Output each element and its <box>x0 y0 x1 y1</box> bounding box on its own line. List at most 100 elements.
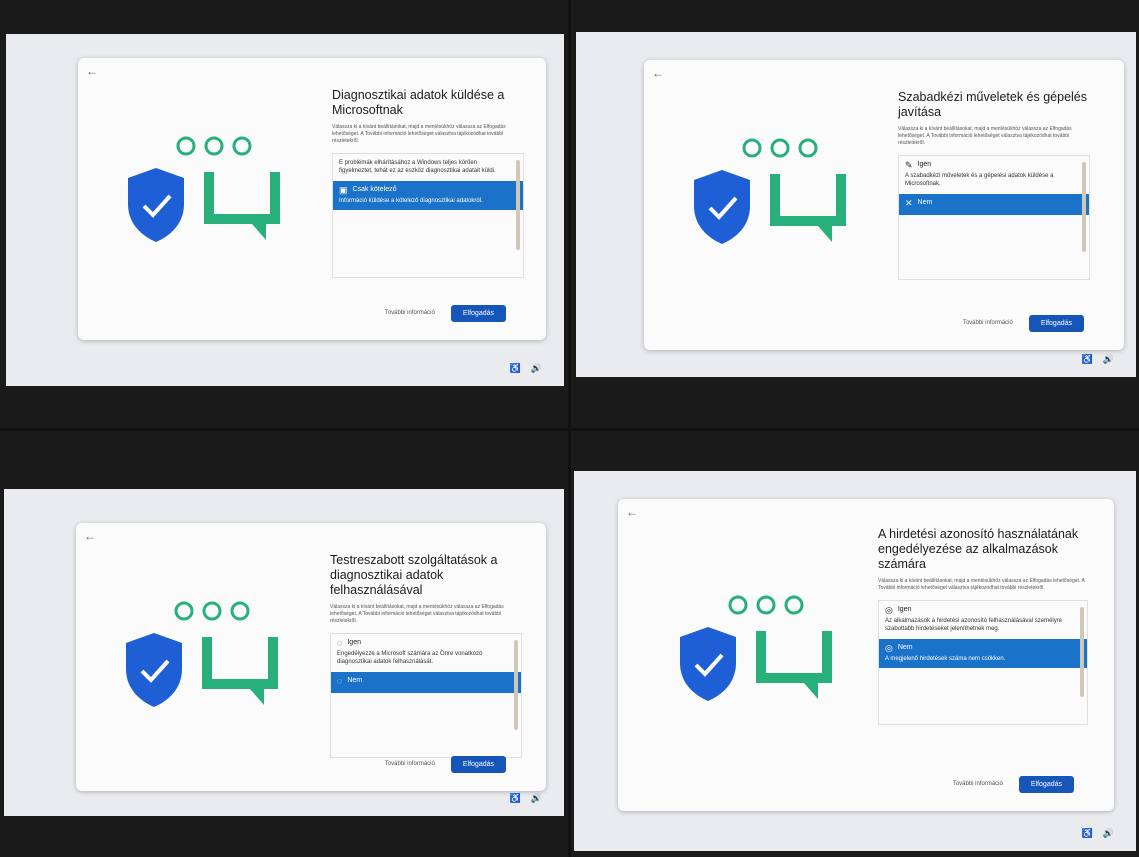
option-required-only[interactable]: ▣ Csak kötelező Információ küldése a köte… <box>333 181 523 210</box>
option-label: Igen <box>917 161 932 168</box>
photo-quadrant-3: ← Testreszabott szolgáltatások a diagnos… <box>0 431 568 857</box>
option-label: Nem <box>897 644 913 651</box>
setting-dot-icon <box>232 136 252 156</box>
setting-dot-icon <box>204 136 224 156</box>
footer-actions: További információ Elfogadás <box>953 776 1074 793</box>
setting-dot-icon <box>770 138 790 158</box>
more-info-button[interactable]: További információ <box>385 310 435 317</box>
back-arrow-icon[interactable]: ← <box>652 66 664 80</box>
system-tray: ♿ 🔊 <box>1082 828 1114 839</box>
page-title: A hirdetési azonosító használatának enge… <box>878 527 1079 571</box>
page-title: Diagnosztikai adatok küldése a Microsoft… <box>332 88 505 117</box>
system-tray: ♿ 🔊 <box>510 363 542 374</box>
chat-bubble-inner <box>766 631 822 673</box>
option-label: Nem <box>347 677 363 684</box>
accessibility-icon[interactable]: ♿ <box>510 363 521 374</box>
pen-off-icon: ✕ <box>905 198 913 208</box>
accessibility-icon[interactable]: ♿ <box>1082 354 1093 365</box>
back-arrow-icon[interactable]: ← <box>626 505 638 519</box>
content-column: A hirdetési azonosító használatának enge… <box>878 527 1088 725</box>
more-info-button[interactable]: További információ <box>963 320 1013 327</box>
page-description: Válassza ki a kívánt beállításokat, majd… <box>878 578 1085 591</box>
monitor-screen: ← Testreszabott szolgáltatások a diagnos… <box>4 489 564 816</box>
page-title: Szabadkézi műveletek és gépelés javítása <box>898 90 1088 119</box>
accessibility-icon[interactable]: ♿ <box>510 793 521 804</box>
target-off-icon: ◎ <box>885 643 893 653</box>
volume-icon[interactable]: 🔊 <box>531 793 542 804</box>
accessibility-icon[interactable]: ♿ <box>1082 828 1093 839</box>
shield-check-icon <box>126 633 182 707</box>
option-no[interactable]: ◎ Nem A megjelenő hirdetések száma nem cs… <box>879 639 1087 668</box>
setting-dot-icon <box>202 601 222 621</box>
content-column: Szabadkézi műveletek és gépelés javítása… <box>898 90 1090 280</box>
setup-card: ← A hirdetési azonosító használatának en… <box>618 499 1114 811</box>
footer-actions: További információ Elfogadás <box>385 305 506 322</box>
setup-card: ← Diagnosztikai adatok küldése a Microso… <box>78 58 546 340</box>
chat-bubble-inner <box>212 637 268 679</box>
page-description: Válassza ki a kívánt beállításokat, majd… <box>330 604 504 624</box>
footer-actions: További információ Elfogadás <box>385 756 506 773</box>
privacy-illustration <box>694 138 846 244</box>
system-tray: ♿ 🔊 <box>1082 354 1114 365</box>
photo-quadrant-2: ← Szabadkézi műveletek és gépelés javítá… <box>571 0 1139 428</box>
chat-bubble-inner <box>214 172 270 214</box>
shield-check-icon <box>694 170 750 244</box>
pen-icon: ✎ <box>905 160 913 170</box>
option-text: Információ küldése a kötelező diagnoszti… <box>339 198 483 204</box>
accept-button[interactable]: Elfogadás <box>450 756 506 773</box>
option-no[interactable]: ◌ Nem <box>331 672 521 693</box>
scrollbar[interactable] <box>514 640 518 730</box>
options-panel: E problémák elhárításához a Windows telj… <box>332 153 524 278</box>
setting-dots <box>174 601 250 621</box>
page-description: Válassza ki a kívánt beállításokat, majd… <box>898 126 1072 146</box>
back-arrow-icon[interactable]: ← <box>86 64 98 78</box>
setting-dot-icon <box>728 595 748 615</box>
setting-dot-icon <box>798 138 818 158</box>
option-yes[interactable]: ◎ Igen Az alkalmazások a hirdetési azonos… <box>885 606 1075 633</box>
accept-button[interactable]: Elfogadás <box>450 305 506 322</box>
options-panel: ✎ Igen A szabadkézi műveletek és a gépelé… <box>898 155 1090 280</box>
option-label: Nem <box>917 199 933 206</box>
privacy-illustration <box>680 595 832 701</box>
accept-button[interactable]: Elfogadás <box>1018 776 1074 793</box>
more-info-button[interactable]: További információ <box>385 761 435 768</box>
scrollbar[interactable] <box>1080 607 1084 697</box>
lightbulb-icon: ◌ <box>337 638 343 648</box>
volume-icon[interactable]: 🔊 <box>1103 828 1114 839</box>
lightbulb-off-icon: ◌ <box>337 676 343 686</box>
setting-dot-icon <box>756 595 776 615</box>
option-no[interactable]: ✕ Nem <box>899 194 1089 215</box>
footer-actions: További információ Elfogadás <box>963 315 1084 332</box>
document-icon: ▣ <box>339 185 348 195</box>
scrollbar[interactable] <box>516 160 520 250</box>
photo-quadrant-1: ← Diagnosztikai adatok küldése a Microso… <box>0 0 568 428</box>
privacy-illustration <box>126 601 278 707</box>
setting-dots <box>176 136 252 156</box>
content-column: Testreszabott szolgáltatások a diagnoszt… <box>330 553 522 758</box>
page-description: Válassza ki a kívánt beállításokat, majd… <box>332 124 506 144</box>
setup-card: ← Szabadkézi műveletek és gépelés javítá… <box>644 60 1124 350</box>
accept-button[interactable]: Elfogadás <box>1028 315 1084 332</box>
option-label: Csak kötelező <box>352 186 397 193</box>
more-info-button[interactable]: További információ <box>953 781 1003 788</box>
setting-dots <box>728 595 804 615</box>
option-yes[interactable]: ◌ Igen Engedélyezze a Microsoft számára a… <box>337 639 509 666</box>
monitor-screen: ← A hirdetési azonosító használatának en… <box>574 471 1136 851</box>
page-title: Testreszabott szolgáltatások a diagnoszt… <box>330 553 498 597</box>
content-column: Diagnosztikai adatok küldése a Microsoft… <box>332 88 524 278</box>
scrollbar[interactable] <box>1082 162 1086 252</box>
option-text: A szabadkézi műveletek és a gépelési ada… <box>905 173 1054 187</box>
shield-check-icon <box>128 168 184 242</box>
setting-dot-icon <box>174 601 194 621</box>
setup-card: ← Testreszabott szolgáltatások a diagnos… <box>76 523 546 791</box>
option-text: Az alkalmazások a hirdetési azonosító fe… <box>885 618 1063 632</box>
setting-dots <box>742 138 818 158</box>
volume-icon[interactable]: 🔊 <box>1103 354 1114 365</box>
option-text: A megjelenő hirdetések száma nem csökken… <box>885 656 1006 662</box>
system-tray: ♿ 🔊 <box>510 793 542 804</box>
back-arrow-icon[interactable]: ← <box>84 529 96 543</box>
volume-icon[interactable]: 🔊 <box>531 363 542 374</box>
options-panel: ◎ Igen Az alkalmazások a hirdetési azonos… <box>878 600 1088 725</box>
option-label: Igen <box>347 639 361 646</box>
option-yes[interactable]: ✎ Igen A szabadkézi műveletek és a gépelé… <box>905 161 1077 188</box>
